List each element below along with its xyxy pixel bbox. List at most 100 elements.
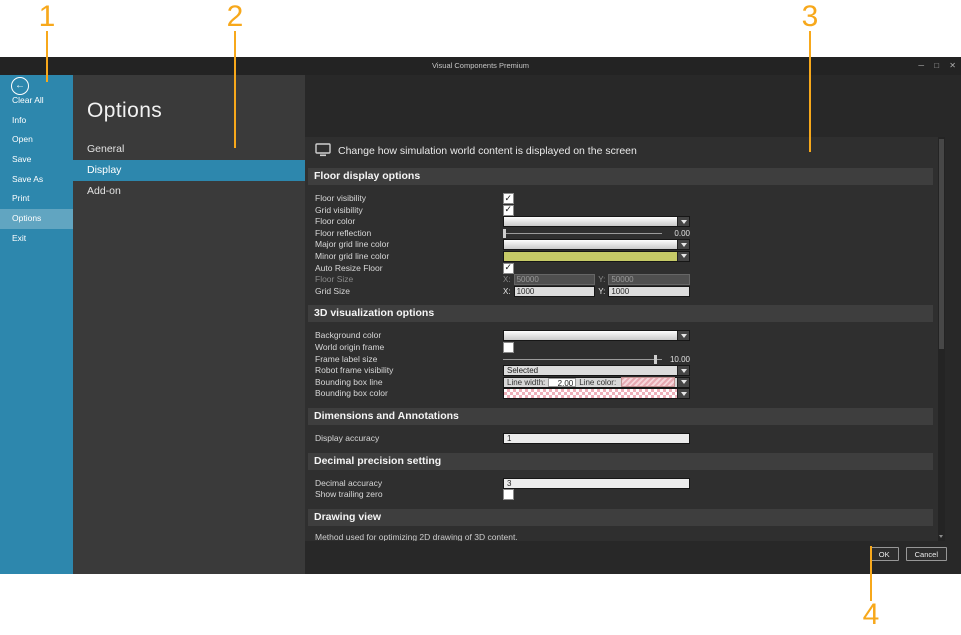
- color-dropdown[interactable]: [503, 251, 690, 262]
- display-icon: [315, 143, 331, 157]
- nav-item-display[interactable]: Display: [73, 160, 305, 181]
- chevron-down-icon[interactable]: [677, 378, 689, 387]
- dropdown-value: Selected: [504, 366, 677, 375]
- slider-track: [503, 359, 662, 360]
- field-control: 1: [503, 433, 690, 444]
- scrollbar[interactable]: [938, 137, 945, 541]
- chevron-down-icon[interactable]: [677, 366, 689, 375]
- cancel-button[interactable]: Cancel: [906, 547, 947, 561]
- form-row: Floor visibility: [308, 193, 933, 205]
- line-color-swatch[interactable]: [621, 377, 675, 387]
- form-row: Floor color: [308, 216, 933, 228]
- line-width-input[interactable]: 2.00: [548, 378, 576, 387]
- triangle: [681, 334, 687, 338]
- triangle: [681, 243, 687, 247]
- section-rows: Decimal accuracy3Show trailing zero: [308, 478, 933, 501]
- color-swatch: [504, 217, 677, 226]
- callout-line-1: [46, 31, 48, 82]
- nav-item-general[interactable]: General: [73, 139, 305, 160]
- form-row: Grid visibility: [308, 205, 933, 217]
- triangle: [681, 254, 687, 258]
- section-rows: Floor visibilityGrid visibilityFloor col…: [308, 193, 933, 297]
- page-title: Options: [87, 99, 162, 123]
- section-rows: Background colorWorld origin frameFrame …: [308, 330, 933, 400]
- triangle: [681, 369, 687, 373]
- section-rows: Display accuracy1: [308, 433, 933, 445]
- sidebar-item-open[interactable]: Open: [0, 130, 73, 150]
- chevron-down-icon[interactable]: [677, 389, 689, 398]
- field-control: [503, 388, 690, 399]
- panel-header: Change how simulation world content is d…: [305, 137, 945, 163]
- chevron-down-icon[interactable]: [677, 331, 689, 340]
- dropdown[interactable]: Selected: [503, 365, 690, 376]
- sidebar-item-save-as[interactable]: Save As: [0, 170, 73, 190]
- ok-button[interactable]: OK: [870, 547, 899, 561]
- callout-4: 4: [858, 599, 884, 631]
- titlebar: Visual Components Premium ─ □ ✕: [0, 57, 961, 75]
- scroll-down-arrow-icon[interactable]: [939, 535, 943, 538]
- callout-2: 2: [222, 1, 248, 33]
- triangle: [681, 392, 687, 396]
- chevron-down-icon[interactable]: [677, 252, 689, 261]
- slider-thumb[interactable]: [654, 355, 657, 364]
- form-row: Frame label size10.00: [308, 354, 933, 366]
- x-input: 50000: [514, 274, 596, 285]
- x-label: X:: [503, 275, 511, 284]
- section-header-drawing-view: Drawing view: [308, 509, 933, 526]
- y-input: 50000: [608, 274, 690, 285]
- panel-description: Change how simulation world content is d…: [338, 145, 637, 157]
- close-button[interactable]: ✕: [949, 61, 956, 70]
- checkbox[interactable]: [503, 263, 514, 274]
- color-dropdown[interactable]: [503, 216, 690, 227]
- color-dropdown[interactable]: [503, 330, 690, 341]
- nav-item-add-on[interactable]: Add-on: [73, 181, 305, 202]
- callout-line-4: [870, 546, 872, 601]
- chevron-down-icon[interactable]: [677, 217, 689, 226]
- sidebar-item-clear-all[interactable]: Clear All: [0, 91, 73, 111]
- sidebar-item-exit[interactable]: Exit: [0, 229, 73, 249]
- checkbox[interactable]: [503, 193, 514, 204]
- form-row: Major grid line color: [308, 239, 933, 251]
- section-header-floor-display-options: Floor display options: [308, 168, 933, 185]
- chevron-down-icon[interactable]: [677, 240, 689, 249]
- text-input[interactable]: 3: [503, 478, 690, 489]
- checkbox[interactable]: [503, 342, 514, 353]
- field-control: [503, 489, 690, 500]
- maximize-button[interactable]: □: [934, 61, 939, 70]
- minimize-button[interactable]: ─: [918, 61, 924, 70]
- field-control: Selected: [503, 365, 690, 376]
- sidebar-item-print[interactable]: Print: [0, 189, 73, 209]
- scrollbar-thumb[interactable]: [939, 139, 944, 349]
- field-control: [503, 330, 690, 341]
- checkbox[interactable]: [503, 489, 514, 500]
- xy-inputs: X:50000Y:50000: [503, 274, 690, 285]
- slider[interactable]: 10.00: [503, 354, 690, 365]
- field-control: X:1000Y:1000: [503, 286, 690, 297]
- sidebar-item-options[interactable]: Options: [0, 209, 73, 229]
- color-dropdown[interactable]: [503, 388, 690, 399]
- sidebar-item-save[interactable]: Save: [0, 150, 73, 170]
- field-control: [503, 239, 690, 250]
- color-swatch: [504, 252, 677, 261]
- text-input[interactable]: 1: [503, 433, 690, 444]
- x-label: X:: [503, 287, 511, 296]
- form-row: Display accuracy1: [308, 433, 933, 445]
- form-row: Floor SizeX:50000Y:50000: [308, 274, 933, 286]
- triangle: [681, 380, 687, 384]
- color-dropdown[interactable]: [503, 239, 690, 250]
- form-row: Bounding box color: [308, 388, 933, 400]
- slider-thumb[interactable]: [503, 229, 506, 238]
- options-nav-panel: Options GeneralDisplayAdd-on: [73, 75, 305, 574]
- callout-3: 3: [797, 1, 823, 33]
- x-input[interactable]: 1000: [514, 286, 596, 297]
- dialog-footer: OK Cancel: [870, 547, 947, 561]
- display-options-panel: Change how simulation world content is d…: [305, 137, 945, 541]
- checkbox[interactable]: [503, 205, 514, 216]
- color-swatch: [504, 331, 677, 340]
- y-input[interactable]: 1000: [608, 286, 690, 297]
- form-row: Auto Resize Floor: [308, 263, 933, 275]
- window-title: Visual Components Premium: [0, 57, 961, 75]
- field-control: [503, 216, 690, 227]
- sidebar-item-info[interactable]: Info: [0, 111, 73, 131]
- slider[interactable]: 0.00: [503, 228, 690, 239]
